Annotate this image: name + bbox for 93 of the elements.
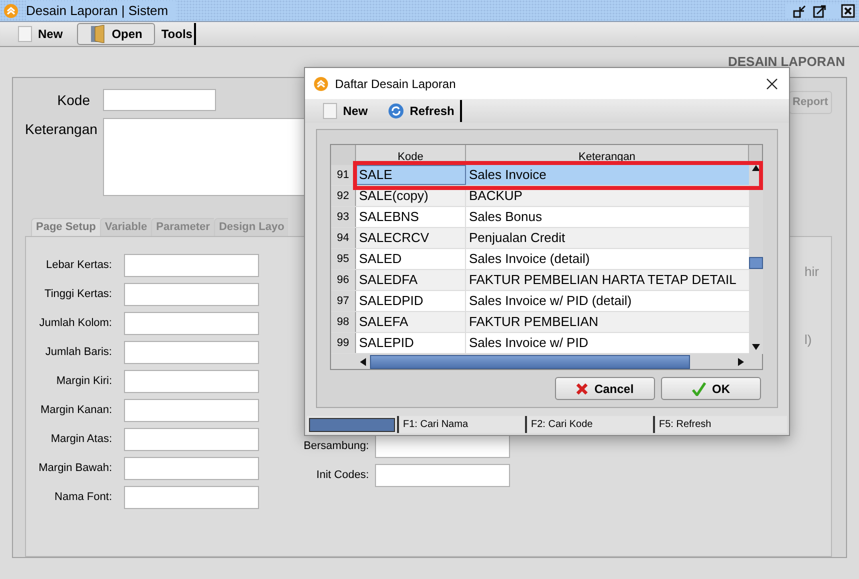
tools-menu-button[interactable]: Tools	[159, 23, 196, 45]
checkmark-icon	[692, 382, 706, 396]
table-cell-text: FAKTUR PEMBELIAN	[468, 313, 600, 332]
field-label: Margin Atas:	[50, 432, 113, 447]
field-label: Margin Kiri:	[55, 374, 113, 389]
cross-icon	[576, 382, 588, 394]
table-row[interactable]: 94 SALECRCV Penjualan Credit	[331, 228, 749, 249]
down-arrow-icon[interactable]	[752, 344, 760, 350]
input-field[interactable]	[375, 434, 510, 458]
table-row[interactable]: 91 SALE Sales Invoice	[331, 165, 749, 186]
checkbox-icon	[18, 26, 32, 42]
logo-icon	[314, 76, 328, 90]
ok-button[interactable]: OK	[661, 377, 761, 400]
table-row[interactable]: 97 SALEDPID Sales Invoice w/ PID (detail)	[331, 291, 749, 312]
door-icon	[90, 25, 106, 43]
field-label: Margin Bawah:	[38, 460, 113, 476]
refresh-icon	[388, 103, 404, 119]
minimize-icon[interactable]	[793, 4, 807, 18]
table-row[interactable]: 93 SALEBNS Sales Bonus	[331, 207, 749, 228]
up-arrow-icon[interactable]	[752, 165, 760, 171]
input-field[interactable]	[124, 456, 259, 480]
toolbar-button[interactable]: New	[18, 23, 73, 45]
table-cell: SALEBNS	[356, 207, 466, 227]
table-cell-text: Penjualan Credit	[468, 229, 566, 248]
table-cell-text: BACKUP	[468, 187, 524, 206]
row-number: 94	[331, 228, 356, 248]
row-number: 93	[331, 207, 356, 227]
field-label: Jumlah Baris:	[44, 344, 113, 360]
table-cell: SALED	[356, 249, 466, 269]
maximize-icon[interactable]	[813, 4, 827, 18]
table-cell: SALEDPID	[356, 291, 466, 311]
table-cell-text: Sales Invoice w/ PID (detail)	[468, 292, 633, 310]
table-row[interactable]: 95 SALED Sales Invoice (detail)	[331, 249, 749, 270]
field-label: Kode	[56, 90, 91, 110]
toolbar-button[interactable]: New	[323, 100, 374, 122]
right-arrow-icon[interactable]	[738, 358, 744, 366]
input-field[interactable]	[124, 398, 259, 422]
disabled-label: hir	[804, 263, 819, 281]
field-label: Nama Font:	[54, 490, 113, 505]
scroll-thumb[interactable]	[749, 257, 763, 269]
cancel-button[interactable]: Cancel	[555, 377, 655, 400]
horizontal-scrollbar[interactable]	[331, 354, 762, 369]
row-number: 96	[331, 270, 356, 290]
scroll-thumb[interactable]	[370, 354, 690, 368]
input-field[interactable]	[124, 254, 259, 276]
logo-icon	[4, 4, 18, 18]
status-text: F5: Refresh	[653, 416, 787, 433]
field-label: Bersambung:	[302, 438, 370, 454]
toolbar-button[interactable]: Refresh	[388, 100, 462, 122]
status-text: F2: Cari Kode	[525, 416, 653, 433]
status-text: F1: Cari Nama	[397, 416, 525, 433]
field-label: Tinggi Kertas:	[44, 286, 113, 302]
page-heading: DESAIN LAPORAN	[728, 53, 845, 72]
field-label: Init Codes:	[315, 468, 370, 483]
table-cell-text: Sales Invoice w/ PID	[468, 334, 590, 352]
table-cell: SALECRCV	[356, 228, 466, 248]
table-row[interactable]: 98 SALEFA FAKTUR PEMBELIAN	[331, 312, 749, 333]
window-title: Desain Laporan | Sistem	[26, 0, 176, 20]
row-number: 95	[331, 249, 356, 269]
close-icon[interactable]	[766, 78, 778, 90]
table-cell-text: FAKTUR PEMBELIAN HARTA TETAP DETAIL	[468, 271, 738, 290]
field-label: Jumlah Kolom:	[38, 316, 113, 331]
input-field[interactable]	[124, 428, 259, 450]
input-field[interactable]	[375, 464, 510, 486]
field-label: Lebar Kertas:	[44, 258, 113, 273]
dialog-title: Daftar Desain Laporan	[335, 76, 456, 92]
input-field[interactable]	[124, 370, 259, 392]
table-row[interactable]: 99 SALEPID Sales Invoice w/ PID	[331, 333, 749, 354]
row-number: 98	[331, 312, 356, 332]
table-cell: SALEDFA	[356, 270, 466, 290]
input-field[interactable]	[124, 312, 259, 334]
input-field[interactable]	[124, 486, 259, 508]
table-row[interactable]: 96 SALEDFA FAKTUR PEMBELIAN HARTA TETAP DETAIL	[331, 270, 749, 291]
input-field[interactable]	[124, 340, 259, 364]
field-label: Margin Kanan:	[39, 402, 113, 418]
checkbox-icon	[323, 103, 337, 119]
vertical-scrollbar[interactable]	[749, 165, 763, 354]
table-cell-text: Sales Invoice	[468, 166, 548, 184]
table-cell: SALEFA	[356, 312, 466, 332]
field-label: Keterangan	[25, 120, 98, 139]
toolbar-button[interactable]: Open	[76, 23, 156, 45]
input-field[interactable]	[124, 282, 259, 306]
table-cell: SALE(copy)	[356, 186, 466, 206]
input-field[interactable]	[103, 89, 216, 111]
table-cell-text: Sales Invoice (detail)	[468, 250, 591, 268]
table-cell-text: Sales Bonus	[468, 208, 543, 226]
left-arrow-icon[interactable]	[360, 358, 366, 366]
row-number: 92	[331, 186, 356, 206]
row-number: 99	[331, 333, 356, 353]
row-number: 97	[331, 291, 356, 311]
table-cell: SALEPID	[356, 333, 466, 353]
disabled-label: l)	[804, 330, 813, 349]
close-icon[interactable]	[841, 4, 855, 18]
